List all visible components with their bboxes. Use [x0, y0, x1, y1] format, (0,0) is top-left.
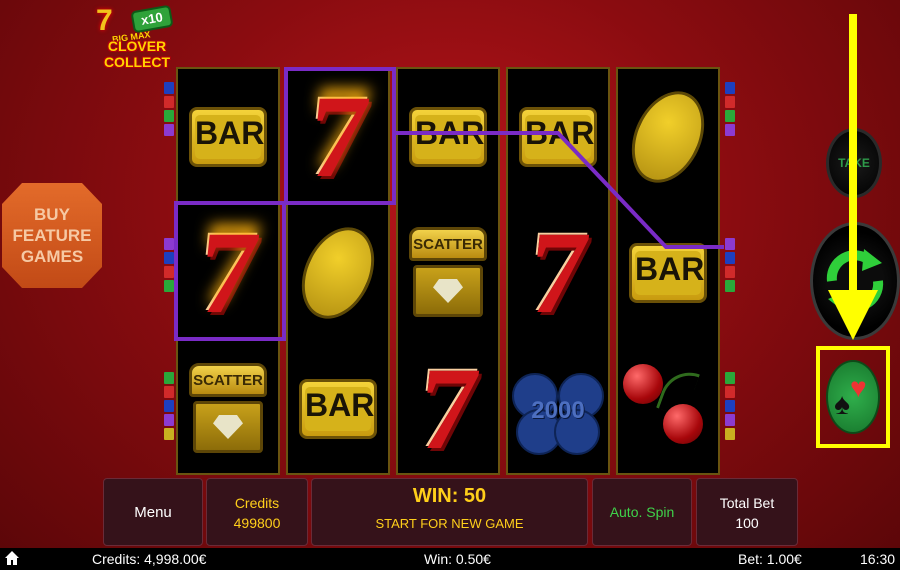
- reel-area: BAR 7 SCATTER 7 BAR BAR SCATTER 7 BAR 7 …: [174, 67, 724, 477]
- symbol-lemon: [617, 69, 719, 205]
- symbol-bar: BAR: [398, 69, 498, 205]
- payline-markers-left: [164, 82, 174, 136]
- symbol-seven: 7: [411, 343, 485, 474]
- logo-multiplier-badge: x10: [130, 4, 174, 34]
- menu-button[interactable]: Menu: [103, 478, 203, 546]
- heart-icon: ♥: [850, 372, 867, 403]
- win-panel[interactable]: WIN: 50 START FOR NEW GAME: [311, 478, 588, 546]
- buy-feature-games-button[interactable]: BUY FEATURE GAMES: [2, 183, 102, 288]
- symbol-scatter: SCATTER: [178, 341, 278, 477]
- reel-4: BAR 7 2000: [506, 67, 610, 475]
- payline-markers-left: [164, 372, 174, 440]
- gamble-button[interactable]: ♥ ♠: [826, 360, 880, 434]
- logo-title-line2: COLLECT: [103, 54, 171, 70]
- game-logo: 7 x10 BIG MAX CLOVER COLLECT: [92, 2, 182, 72]
- symbol-clover-2000: 2000: [508, 341, 608, 477]
- home-icon[interactable]: [4, 550, 20, 566]
- spade-icon: ♠: [834, 388, 850, 421]
- logo-seven: 7: [96, 4, 113, 37]
- payline-markers-right: [725, 82, 735, 136]
- symbol-bar: BAR: [508, 69, 608, 205]
- status-credits: Credits: 4,998.00€: [92, 551, 207, 567]
- win-highlight-frame: [284, 67, 396, 205]
- win-message: START FOR NEW GAME: [375, 516, 524, 531]
- tutorial-arrow-head: [828, 290, 878, 340]
- total-bet-label: Total Bet: [719, 495, 775, 511]
- gamble-highlight-box: ♥ ♠: [816, 346, 890, 448]
- symbol-lemon: [287, 205, 389, 341]
- symbol-bar: BAR: [178, 69, 278, 205]
- symbol-bar: BAR: [288, 341, 388, 477]
- symbol-bar: BAR: [618, 205, 718, 341]
- payline-markers-left: [164, 238, 174, 292]
- auto-spin-button[interactable]: Auto. Spin: [592, 478, 692, 546]
- logo-title-line1: CLOVER: [107, 38, 167, 54]
- tutorial-arrow: [849, 14, 857, 304]
- status-bet: Bet: 1.00€: [738, 551, 802, 567]
- status-win: Win: 0.50€: [424, 551, 491, 567]
- total-bet-value: 100: [735, 515, 759, 531]
- payline-markers-right: [725, 238, 735, 292]
- credits-panel: Credits 499800: [206, 478, 308, 546]
- total-bet-panel[interactable]: Total Bet 100: [696, 478, 798, 546]
- symbol-scatter: SCATTER: [398, 205, 498, 341]
- payline-markers-right: [725, 372, 735, 440]
- status-time: 16:30: [860, 551, 896, 567]
- symbol-seven: 7: [521, 207, 595, 338]
- credits-label: Credits: [234, 495, 280, 511]
- win-value: WIN: 50: [412, 485, 487, 507]
- credits-value: 499800: [233, 515, 281, 531]
- reel-5: BAR: [616, 67, 720, 475]
- status-bar: Credits: 4,998.00€ Win: 0.50€ Bet: 1.00€…: [0, 548, 900, 570]
- symbol-cherry: [618, 341, 718, 477]
- win-highlight-frame: [174, 201, 286, 341]
- reel-3: BAR SCATTER 7: [396, 67, 500, 475]
